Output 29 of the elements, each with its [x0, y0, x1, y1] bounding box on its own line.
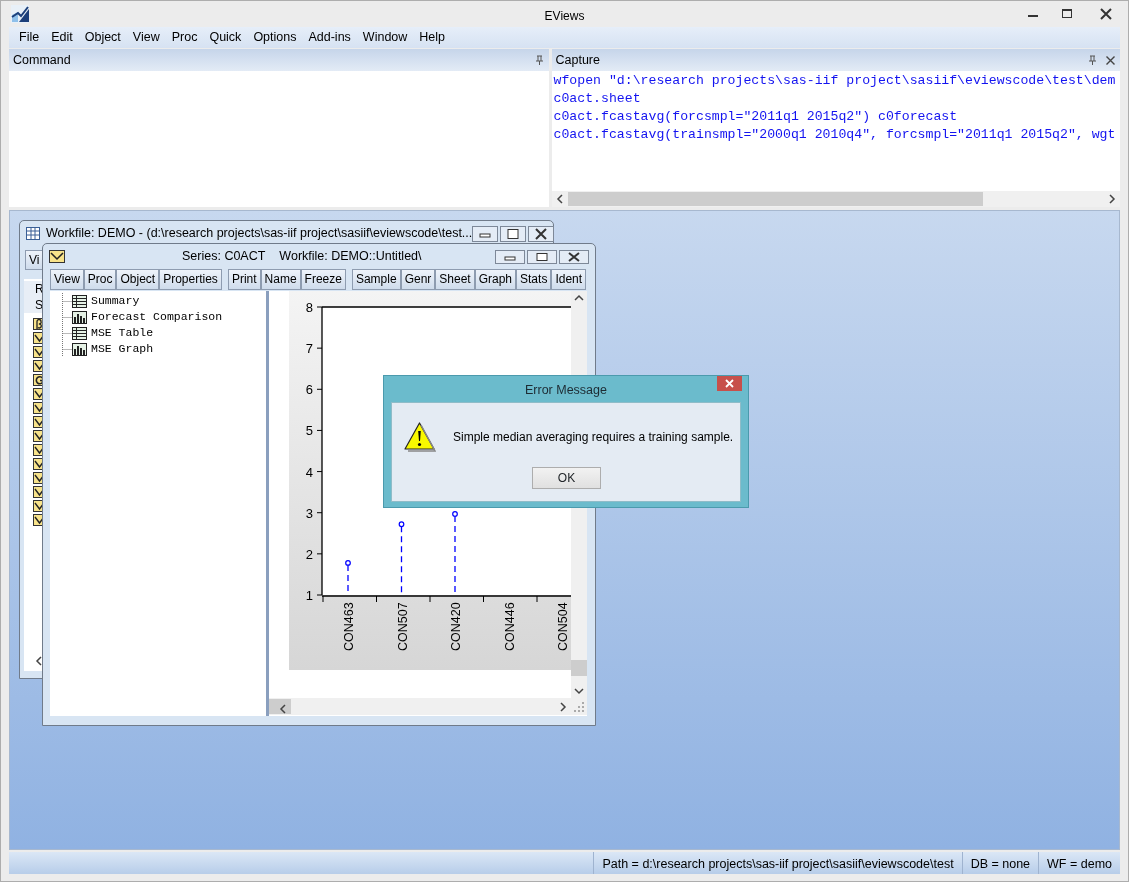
axis-tick-label: 1	[305, 588, 313, 603]
axis-tick-label: 4	[305, 464, 313, 480]
axis-category-label: CON446	[502, 602, 517, 651]
axis-category-label: CON507	[395, 602, 410, 651]
status-text: WF = demo	[1038, 852, 1120, 874]
axis-category-label: CON504	[556, 602, 570, 651]
axis-category-label: CON463	[342, 602, 356, 651]
capture-line: wfopen "d:\research projects\sas-iif project\sasiif\eviewscode\test\dem	[553, 72, 1117, 90]
status-text: Path = d:\research projects\sas-iif project\sasiif\eviewscode\test	[593, 852, 962, 874]
capture-line: c0act.fcastavg(trainsmpl="2000q1 2010q4", forcsmpl="2011q1 2015q2", wgt	[553, 126, 1117, 144]
dialog-message: Simple median averaging requires a training sample.	[453, 429, 734, 446]
window-title: Workfile: DEMO - (d:\research projects\sas-iif project\sasiif\eviewscode\test...	[46, 225, 473, 243]
window-title: Series: C0ACT	[182, 248, 266, 266]
axis-tick-label: 7	[305, 341, 313, 357]
axis-tick-label: 6	[305, 382, 313, 398]
axis-tick-label: 5	[305, 423, 313, 439]
axis-tick-label: 2	[305, 546, 313, 562]
dialog-title: Error Message	[525, 381, 607, 399]
axis-category-label: CON420	[449, 602, 463, 651]
status-text: DB = none	[961, 852, 1039, 874]
capture-line: c0act.fcastavg(forcsmpl="2011q1 2015q2") c0forecast	[553, 108, 959, 126]
window-title: EViews	[544, 8, 585, 25]
info-label: S	[35, 297, 43, 313]
axis-tick-label: 8	[305, 300, 313, 315]
capture-line: c0act.sheet	[553, 90, 642, 108]
window-subtitle: Workfile: DEMO::Untitled\	[279, 248, 422, 266]
axis-tick-label: 3	[305, 505, 313, 521]
pane-title: Capture	[555, 51, 600, 69]
pane-title: Command	[13, 51, 71, 69]
